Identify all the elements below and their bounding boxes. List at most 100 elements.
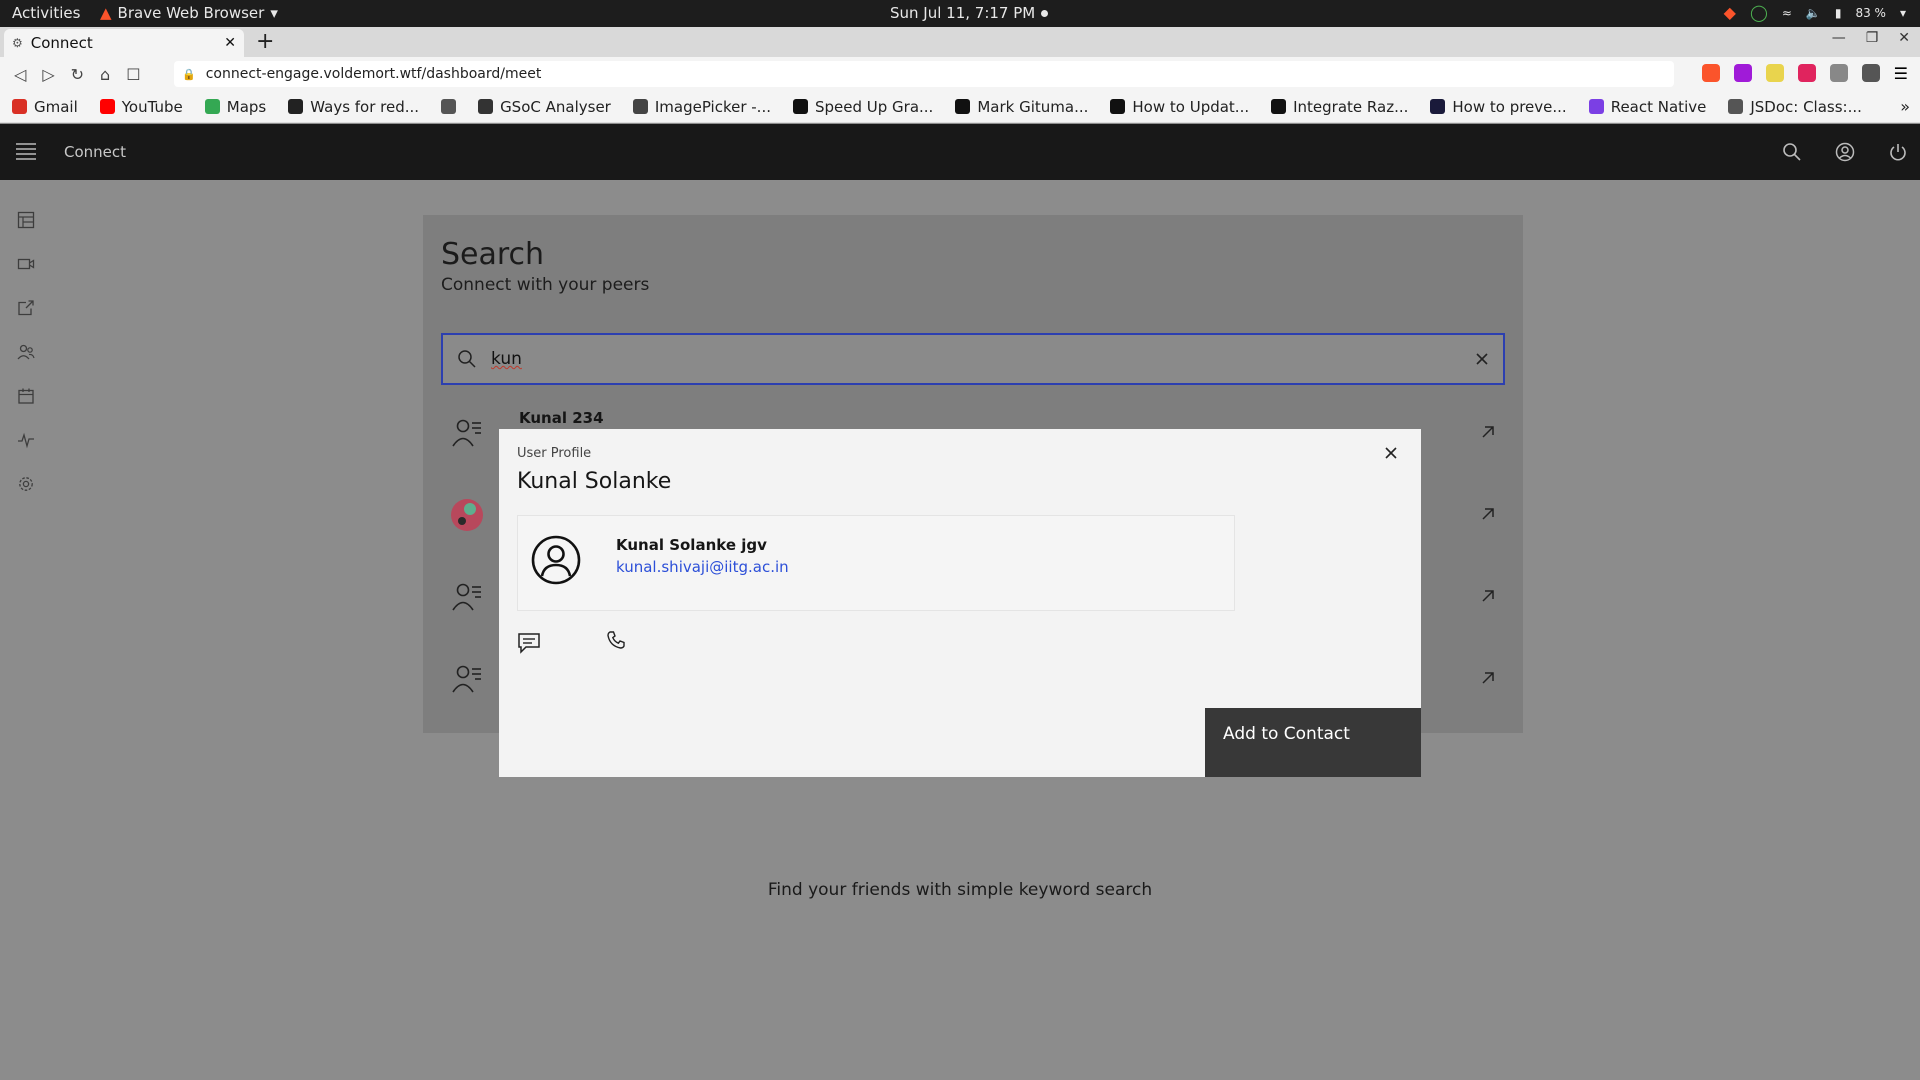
lock-icon: 🔒 [182, 67, 196, 81]
result-name: Kunal 234 [519, 409, 604, 427]
bookmark-favicon-icon [1430, 99, 1446, 114]
activities-button[interactable]: Activities [12, 4, 80, 22]
bookmark-favicon-icon [441, 99, 457, 114]
activity-icon[interactable] [17, 431, 35, 449]
back-icon[interactable]: ◁ [14, 65, 26, 84]
extensions-area: ☰ [1701, 64, 1908, 83]
brave-shield-icon: ◆ [1723, 3, 1736, 22]
bookmark-label: ImagePicker -... [654, 97, 771, 116]
bookmark-item[interactable]: Mark Gituma... [955, 98, 1088, 116]
bookmark-item[interactable]: Speed Up Gra... [792, 97, 934, 116]
user-card: Kunal Solanke jgv kunal.shivaji@iitg.ac.… [517, 515, 1235, 611]
url-text: connect-engage.voldemort.wtf/dashboard/m… [205, 66, 542, 82]
forward-icon[interactable]: ▷ [42, 65, 54, 84]
wifi-icon: ≈ [1781, 5, 1792, 20]
video-icon[interactable] [17, 255, 35, 273]
bookmark-label: Integrate Raz... [1293, 97, 1409, 116]
bookmark-favicon-icon [204, 99, 220, 114]
open-arrow-icon[interactable] [1481, 507, 1495, 521]
bookmark-item[interactable]: Integrate Raz... [1271, 98, 1408, 116]
bookmark-item[interactable]: ImagePicker -... [632, 97, 771, 116]
restore-icon[interactable]: ❐ [1866, 30, 1879, 46]
dashboard-icon[interactable] [17, 211, 35, 229]
bookmark-item[interactable]: Gmail [12, 98, 78, 116]
user-profile-modal: User Profile Kunal Solanke Kunal Solanke… [499, 429, 1421, 777]
browser-menu-icon[interactable]: ☰ [1894, 64, 1908, 83]
tab-connect[interactable]: ⚙ Connect ✕ [4, 29, 244, 57]
bookmark-label: Gmail [34, 97, 78, 116]
phone-icon[interactable] [606, 630, 626, 650]
bookmark-item[interactable]: React Native [1588, 98, 1706, 116]
bookmark-item[interactable]: Maps [204, 97, 267, 116]
bookmark-icon[interactable]: ☐ [126, 65, 140, 84]
bookmark-label: How to preve... [1452, 97, 1567, 116]
page-subtitle: Connect with your peers [441, 275, 650, 295]
app-menu-label: Brave Web Browser [117, 4, 265, 22]
settings-gear-icon[interactable] [17, 475, 35, 493]
bookmark-favicon-icon [1110, 99, 1126, 114]
power-icon[interactable] [1888, 142, 1908, 162]
search-icon[interactable] [1782, 142, 1802, 162]
tab-strip: ⚙ Connect ✕ + — ❐ ✕ [0, 27, 1920, 57]
address-bar[interactable]: 🔒 connect-engage.voldemort.wtf/dashboard… [174, 61, 1674, 87]
app-menu[interactable]: ▲ Brave Web Browser ▾ [100, 4, 278, 22]
chat-icon[interactable] [517, 632, 541, 654]
bookmark-item[interactable]: YouTube [99, 97, 183, 116]
open-arrow-icon[interactable] [1481, 589, 1495, 603]
bookmark-item[interactable]: Ways for red... [288, 98, 419, 116]
close-window-icon[interactable]: ✕ [1898, 30, 1910, 46]
bookmark-label: How to Updat... [1132, 97, 1250, 116]
puzzle-icon[interactable] [1861, 64, 1880, 82]
calendar-icon[interactable] [17, 387, 35, 405]
user-email-link[interactable]: kunal.shivaji@iitg.ac.in [616, 558, 789, 576]
clock[interactable]: Sun Jul 11, 7:17 PM [890, 4, 1049, 22]
clear-search-icon[interactable] [1475, 352, 1489, 366]
extension-icon[interactable] [1765, 64, 1784, 82]
bookmarks-bar: Gmail YouTube Maps Ways for red... GSoC Anal… [0, 91, 1920, 123]
bookmark-item[interactable] [441, 99, 457, 114]
bookmark-item[interactable]: How to preve... [1430, 97, 1567, 116]
reload-icon[interactable]: ↻ [71, 65, 84, 84]
battery-label: 83 % [1855, 5, 1886, 20]
bookmark-favicon-icon [478, 99, 494, 114]
battery-icon: ▮ [1834, 5, 1842, 20]
home-icon[interactable]: ⌂ [100, 65, 110, 84]
volume-muted-icon: 🔈 [1805, 5, 1821, 20]
contacts-icon[interactable] [17, 343, 35, 361]
bookmark-item[interactable]: GSoC Analyser [478, 98, 611, 116]
bookmark-label: YouTube [121, 97, 183, 116]
add-to-contact-button[interactable]: Add to Contact [1205, 708, 1421, 777]
search-input[interactable]: kun [441, 333, 1505, 385]
bookmarks-overflow-icon[interactable]: » [1900, 97, 1910, 116]
open-arrow-icon[interactable] [1481, 671, 1495, 685]
close-tab-icon[interactable]: ✕ [224, 35, 236, 51]
system-top-bar: Activities ▲ Brave Web Browser ▾ Sun Jul… [0, 0, 1920, 27]
brave-rewards-icon[interactable] [1733, 64, 1752, 82]
modal-title: Kunal Solanke [517, 469, 672, 494]
bookmark-label: Maps [226, 97, 267, 116]
bookmark-item[interactable]: JSDoc: Class:... [1728, 98, 1862, 116]
minimize-icon[interactable]: — [1832, 30, 1846, 46]
close-icon[interactable] [1384, 446, 1398, 460]
system-tray[interactable]: ◆ ◯ ≈ 🔈 ▮ 83 % ▾ [1724, 3, 1906, 22]
modal-label: User Profile [517, 446, 592, 461]
extension-icon[interactable] [1797, 64, 1816, 82]
tab-title: Connect [30, 34, 93, 52]
extension-icon[interactable] [1829, 64, 1848, 82]
open-arrow-icon[interactable] [1481, 425, 1495, 439]
user-list-icon [451, 663, 483, 695]
search-query-text: kun [491, 349, 522, 369]
app-brand[interactable]: Connect [64, 143, 126, 161]
user-profile-icon[interactable] [1835, 142, 1855, 162]
bookmark-label: Speed Up Gra... [814, 97, 934, 116]
brave-shields-icon[interactable] [1701, 64, 1720, 82]
side-nav [0, 180, 52, 1080]
power-status-icon: ◯ [1749, 3, 1768, 22]
bookmark-favicon-icon [288, 99, 304, 114]
bookmark-item[interactable]: How to Updat... [1110, 98, 1249, 116]
hamburger-menu-icon[interactable] [16, 142, 36, 160]
share-screen-icon[interactable] [17, 299, 35, 317]
bookmark-favicon-icon [792, 99, 808, 114]
bookmark-label: JSDoc: Class:... [1750, 97, 1862, 116]
new-tab-button[interactable]: + [256, 30, 274, 54]
